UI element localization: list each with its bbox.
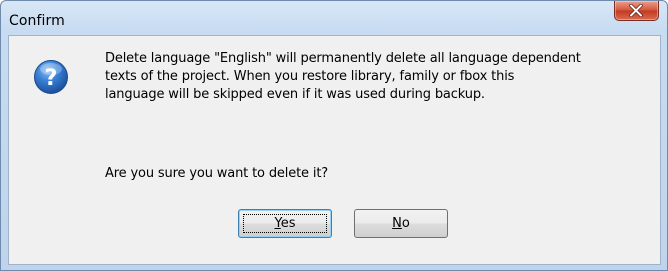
message-line: language will be skipped even if it was … (105, 87, 485, 102)
yes-button-label: Yes (274, 216, 296, 231)
confirmation-question: Are you sure you want to delete it? (105, 166, 329, 181)
question-icon: ? (34, 60, 68, 94)
confirm-dialog: Confirm ? Delete language "English" will… (0, 0, 668, 271)
window-title: Confirm (9, 13, 65, 29)
no-button-label: No (392, 216, 410, 231)
yes-button[interactable]: Yes (238, 209, 332, 238)
no-button[interactable]: No (354, 209, 448, 238)
close-icon (629, 4, 643, 17)
close-button[interactable] (614, 1, 659, 21)
message-line: texts of the project. When you restore l… (105, 69, 515, 84)
message-line: Delete language "English" will permanent… (105, 51, 581, 66)
message-text: Delete language "English" will permanent… (105, 50, 650, 104)
dialog-content: ? Delete language "English" will permane… (8, 35, 661, 265)
title-bar[interactable]: Confirm (1, 1, 667, 35)
svg-text:?: ? (45, 66, 58, 91)
